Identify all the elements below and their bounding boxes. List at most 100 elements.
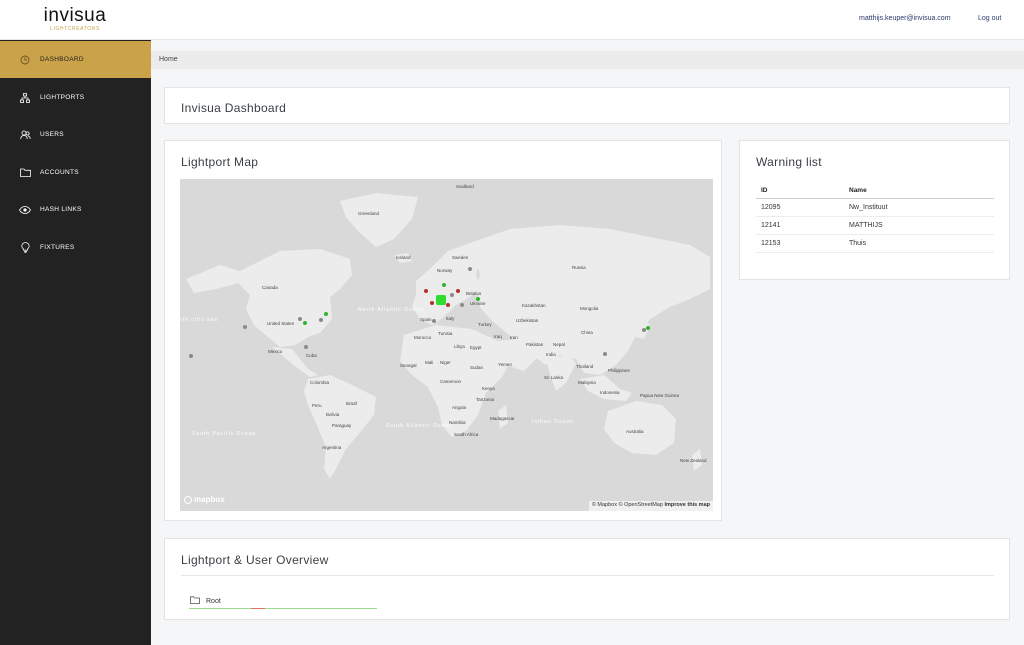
map-label: Indonesia xyxy=(600,390,620,395)
cell-id: 12141 xyxy=(756,216,844,235)
map-label: Greenland xyxy=(358,211,380,216)
map-label: Malaysia xyxy=(578,380,596,385)
ocean-label: Indian Ocean xyxy=(532,419,574,425)
table-header-row: ID Name xyxy=(756,183,994,199)
map-label: India xyxy=(546,352,556,357)
map-marker[interactable] xyxy=(450,293,454,297)
map-label: Sri Lanka xyxy=(544,375,564,380)
map-label: Kazakhstan xyxy=(522,303,546,308)
cell-name: Thuis xyxy=(844,234,994,253)
map-marker[interactable] xyxy=(430,301,434,305)
map-marker[interactable] xyxy=(468,267,472,271)
map-marker[interactable] xyxy=(189,354,193,358)
logout-link[interactable]: Log out xyxy=(978,15,1001,22)
map-label: Yemen xyxy=(498,362,512,367)
map-marker[interactable] xyxy=(243,325,247,329)
clock-icon xyxy=(0,55,40,65)
map-label: Australia xyxy=(626,429,644,434)
map-marker[interactable] xyxy=(298,317,302,321)
lightbulb-icon xyxy=(0,242,40,253)
overview-card-title: Lightport & User Overview xyxy=(181,553,329,567)
map-label: Svalbard xyxy=(456,184,474,189)
warning-card-title: Warning list xyxy=(756,155,822,169)
map-label: Russia xyxy=(572,265,586,270)
map-label: Argentina xyxy=(322,445,342,450)
sidebar-item-fixtures[interactable]: FIXTURES xyxy=(0,229,151,266)
attribution-text[interactable]: © Mapbox © OpenStreetMap xyxy=(592,502,663,508)
map-marker[interactable] xyxy=(432,319,436,323)
mapbox-logo-text: mapbox xyxy=(194,495,225,504)
overview-card: Lightport & User Overview Root xyxy=(164,538,1010,620)
map-label: Tanzania xyxy=(476,397,495,402)
folder-icon xyxy=(190,596,200,606)
map-marker[interactable] xyxy=(456,289,460,293)
map-marker[interactable] xyxy=(446,303,450,307)
cell-id: 12095 xyxy=(756,198,844,217)
map-marker[interactable] xyxy=(324,312,328,316)
map-label: Sweden xyxy=(452,255,469,260)
map-label: South Africa xyxy=(454,432,479,437)
sidebar-item-hash-links[interactable]: HASH LINKS xyxy=(0,191,151,228)
map-label: Morocco xyxy=(414,335,432,340)
table-row[interactable]: 12141 MATTHIJS xyxy=(756,216,994,235)
sidebar-item-label: ACCOUNTS xyxy=(40,169,79,176)
cell-id: 12153 xyxy=(756,234,844,253)
tree-item-root[interactable]: Root xyxy=(190,596,221,606)
map-label: Thailand xyxy=(576,364,594,369)
sidebar-item-label: LIGHTPORTS xyxy=(40,94,85,101)
dashboard-title-card: Invisua Dashboard xyxy=(164,87,1010,124)
mapbox-icon xyxy=(184,495,192,504)
sidebar-item-label: HASH LINKS xyxy=(40,206,82,213)
map-label: Canada xyxy=(262,285,278,290)
sidebar-item-users[interactable]: USERS xyxy=(0,116,151,153)
world-map-svg xyxy=(180,179,713,511)
map-marker[interactable] xyxy=(603,352,607,356)
map-attribution: © Mapbox © OpenStreetMap Improve this ma… xyxy=(588,501,713,511)
sidebar-item-dashboard[interactable]: DASHBOARD xyxy=(0,41,151,78)
improve-map-link[interactable]: Improve this map xyxy=(664,502,710,508)
user-email-link[interactable]: matthijs.keuper@invisua.com xyxy=(859,15,951,22)
sidebar-item-lightports[interactable]: LIGHTPORTS xyxy=(0,79,151,116)
map-label: Pakistan xyxy=(526,342,544,347)
ocean-label: South Pacific Ocean xyxy=(192,431,257,437)
map-marker[interactable] xyxy=(442,283,446,287)
sidebar-item-label: USERS xyxy=(40,131,64,138)
map-label: Kenya xyxy=(482,386,495,391)
map-label: New Zealand xyxy=(680,458,707,463)
map-label: Iceland xyxy=(396,255,411,260)
sidebar-item-accounts[interactable]: ACCOUNTS xyxy=(0,154,151,191)
map-label: Senegal xyxy=(400,363,417,368)
map-label: Turkey xyxy=(478,322,492,327)
map-label: Cuba xyxy=(306,353,317,358)
map-label: Egypt xyxy=(470,345,482,350)
column-header-id: ID xyxy=(756,183,844,199)
map-label: Paraguay xyxy=(332,423,352,428)
table-row[interactable]: 12153 Thuis xyxy=(756,234,994,253)
cell-name: MATTHIJS xyxy=(844,216,994,235)
map-label: Angola xyxy=(452,405,467,410)
map-marker[interactable] xyxy=(436,295,446,305)
status-bar-warning xyxy=(251,608,265,609)
map-marker[interactable] xyxy=(460,303,464,307)
column-header-name: Name xyxy=(844,183,994,199)
map-label: Norway xyxy=(437,268,453,273)
brand-logo[interactable]: invisua LIGHTCREATORS xyxy=(40,6,110,33)
map-label: Papua New Guinea xyxy=(640,393,680,398)
map-label: Niger xyxy=(440,360,451,365)
map-label: Bolivia xyxy=(326,412,340,417)
ocean-label: North Atlantic Ocean xyxy=(358,307,424,313)
map-label: China xyxy=(581,330,593,335)
map-marker[interactable] xyxy=(424,289,428,293)
mapbox-logo[interactable]: mapbox xyxy=(184,495,225,504)
map-marker[interactable] xyxy=(646,326,650,330)
map-label: Brazil xyxy=(346,401,358,406)
table-row[interactable]: 12095 Nw_Instituut xyxy=(756,198,994,217)
map-marker[interactable] xyxy=(303,321,307,325)
breadcrumb-home[interactable]: Home xyxy=(159,56,178,63)
map-label: Iraq xyxy=(494,334,502,339)
tree-item-label: Root xyxy=(206,597,221,605)
lightport-map[interactable]: Svalbard Greenland Iceland Sweden Norway… xyxy=(180,179,713,511)
warning-table: ID Name 12095 Nw_Instituut 12141 MATTHIJ… xyxy=(756,183,994,253)
map-marker[interactable] xyxy=(304,345,308,349)
map-marker[interactable] xyxy=(319,318,323,322)
